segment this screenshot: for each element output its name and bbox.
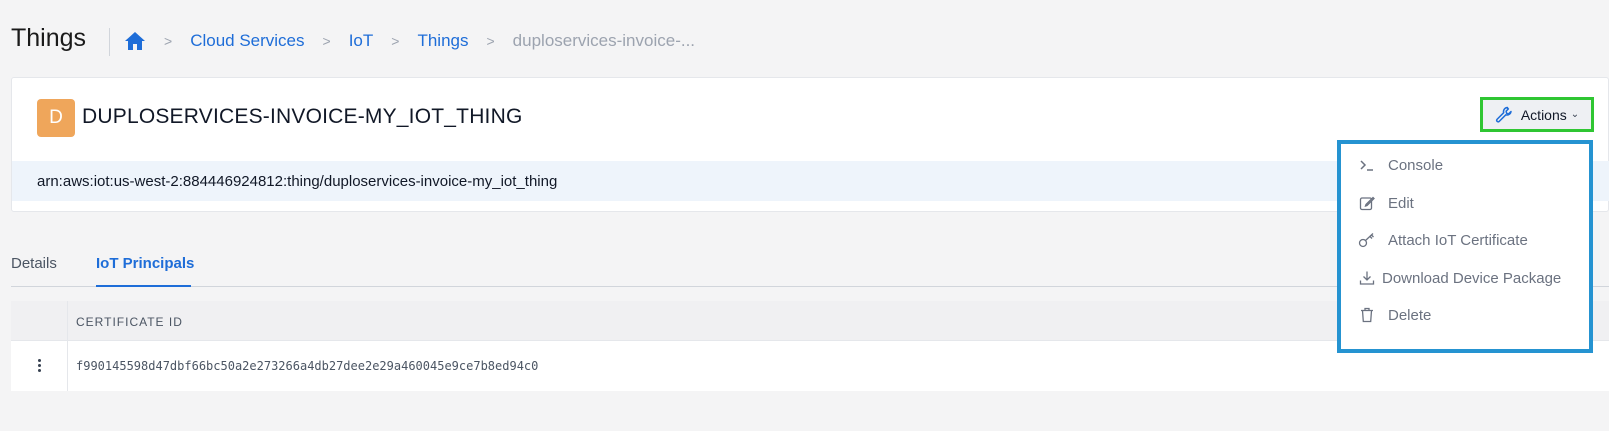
menu-item-label: Console <box>1388 156 1444 174</box>
chevron-right-icon: > <box>391 33 400 49</box>
actions-label: Actions <box>1520 106 1567 123</box>
terminal-icon <box>1358 156 1376 174</box>
certificate-id-cell: f990145598d47dbf66bc50a2e273266a4db27dee… <box>76 359 539 373</box>
breadcrumb: > Cloud Services > IoT > Things > duplos… <box>124 31 695 51</box>
download-icon <box>1358 269 1376 287</box>
menu-item-label: Download Device Package <box>1382 269 1562 287</box>
actions-button[interactable]: Actions ⌄ <box>1480 97 1594 132</box>
breadcrumb-current: duploservices-invoice-... <box>512 31 696 50</box>
avatar: D <box>37 99 75 137</box>
active-tab-indicator <box>96 285 191 287</box>
wrench-icon <box>1495 106 1513 124</box>
breadcrumb-things[interactable]: Things <box>417 31 468 51</box>
breadcrumb-cloud-services[interactable]: Cloud Services <box>190 31 304 51</box>
row-menu-icon[interactable] <box>31 355 47 375</box>
column-header-certificate-id: CERTIFICATE ID <box>76 315 183 329</box>
chevron-right-icon: > <box>322 33 331 49</box>
actions-menu: Console Edit Attach IoT Certificate Down… <box>1337 140 1593 353</box>
menu-item-attach-iot-certificate[interactable]: Attach IoT Certificate <box>1341 223 1589 257</box>
breadcrumb-iot[interactable]: IoT <box>349 31 374 51</box>
menu-item-label: Delete <box>1388 306 1432 324</box>
tab-iot-principals[interactable]: IoT Principals <box>96 255 194 272</box>
chevron-right-icon: > <box>486 33 495 49</box>
tab-details[interactable]: Details <box>11 255 57 272</box>
page-title: Things <box>11 24 87 52</box>
menu-item-edit[interactable]: Edit <box>1341 186 1589 220</box>
trash-icon <box>1358 306 1376 324</box>
chevron-down-icon: ⌄ <box>1570 109 1580 120</box>
edit-icon <box>1358 194 1376 212</box>
arn-text: arn:aws:iot:us-west-2:884446924812:thing… <box>37 173 558 190</box>
menu-item-download-device-package[interactable]: Download Device Package <box>1341 261 1589 295</box>
menu-item-label: Attach IoT Certificate <box>1388 231 1528 249</box>
key-icon <box>1358 231 1376 249</box>
menu-item-delete[interactable]: Delete <box>1341 298 1589 332</box>
chevron-right-icon: > <box>164 33 173 49</box>
home-icon[interactable] <box>124 31 146 51</box>
menu-item-label: Edit <box>1388 194 1414 212</box>
menu-item-console[interactable]: Console <box>1341 148 1589 182</box>
top-bar: Things > Cloud Services > IoT > Things >… <box>0 0 1609 82</box>
thing-name: DUPLOSERVICES-INVOICE-MY_IOT_THING <box>82 105 523 128</box>
title-divider <box>109 28 110 56</box>
